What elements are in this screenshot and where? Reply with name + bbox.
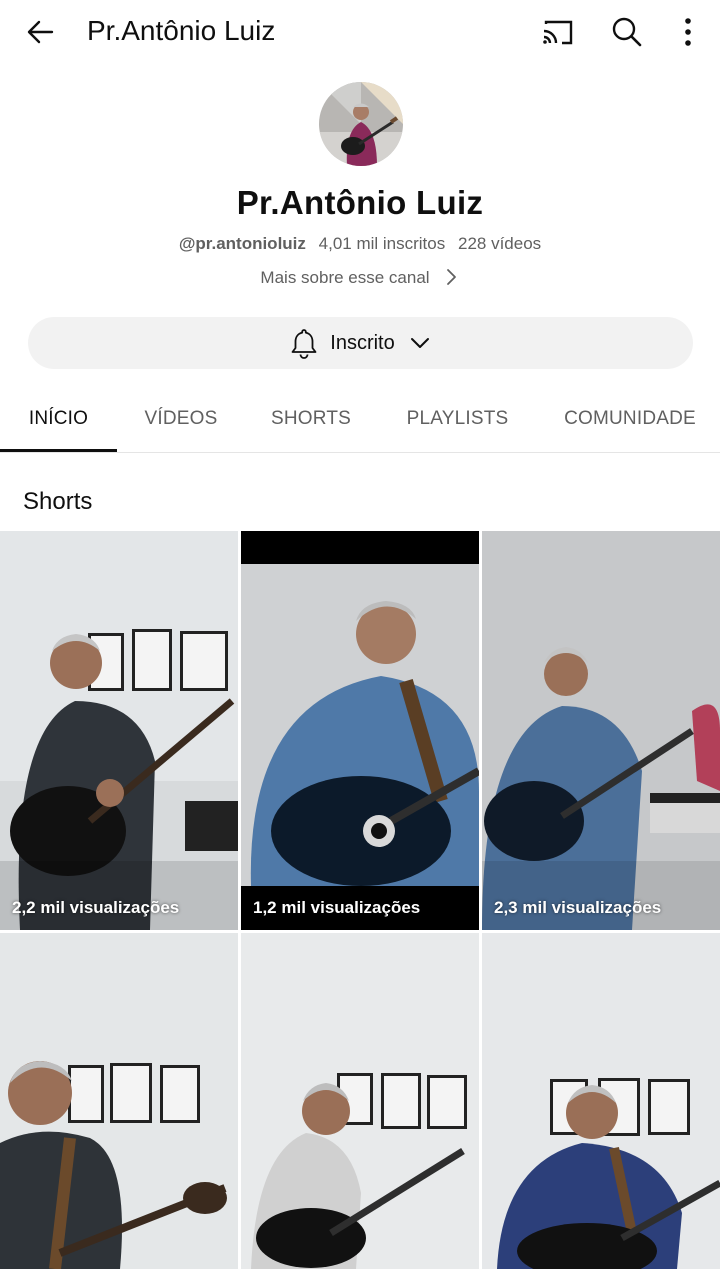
tab-inicio[interactable]: INÍCIO xyxy=(0,392,117,452)
short-thumbnail-image xyxy=(241,933,479,1269)
about-channel-label: Mais sobre esse canal xyxy=(260,268,430,287)
short-thumbnail-image xyxy=(0,933,238,1269)
short-thumbnail-image xyxy=(482,531,720,930)
channel-name: Pr.Antônio Luiz xyxy=(236,184,484,221)
view-count: 2,3 mil visualizações xyxy=(494,898,662,917)
tab-shorts[interactable]: SHORTS xyxy=(258,392,364,452)
tab-playlists[interactable]: PLAYLISTS xyxy=(392,392,523,452)
short-thumbnail[interactable] xyxy=(0,933,238,1269)
page-title: Pr.Antônio Luiz xyxy=(87,15,276,46)
short-thumbnail[interactable] xyxy=(241,933,479,1269)
short-thumbnail-image xyxy=(482,933,720,1269)
shorts-section-title: Shorts xyxy=(23,488,93,515)
app-bar: Pr.Antônio Luiz xyxy=(0,0,720,64)
subscribed-label: Inscrito xyxy=(330,331,395,354)
bell-icon xyxy=(291,329,317,359)
short-thumbnail[interactable] xyxy=(482,933,720,1269)
more-vert-icon[interactable] xyxy=(668,12,708,52)
chevron-down-icon xyxy=(410,338,429,348)
cast-icon[interactable] xyxy=(538,12,578,52)
short-thumbnail[interactable]: 2,3 mil visualizações xyxy=(482,531,720,930)
subscribed-button[interactable]: Inscrito xyxy=(28,317,693,369)
about-channel-link[interactable]: Mais sobre esse canal xyxy=(0,268,720,288)
view-count: 1,2 mil visualizações xyxy=(253,898,421,917)
video-count: 228 vídeos xyxy=(457,234,542,253)
subscriber-count: 4,01 mil inscritos xyxy=(318,234,446,253)
tab-comunidade[interactable]: COMUNIDADE xyxy=(552,392,708,452)
view-count: 2,2 mil visualizações xyxy=(12,898,180,917)
channel-handle: @pr.antonioluiz xyxy=(178,234,306,253)
chevron-right-icon xyxy=(446,269,456,285)
short-thumbnail-image xyxy=(241,531,479,930)
tab-videos[interactable]: VÍDEOS xyxy=(128,392,234,452)
channel-meta: @pr.antonioluiz 4,01 mil inscritos 228 v… xyxy=(0,234,720,254)
shorts-grid: 2,2 mil visualizações 1,2 mil visualizaç… xyxy=(0,531,720,1269)
active-tab-indicator xyxy=(0,449,117,452)
channel-avatar[interactable] xyxy=(319,82,403,166)
channel-tabs: INÍCIO VÍDEOS SHORTS PLAYLISTS COMUNIDAD… xyxy=(0,392,720,453)
back-arrow-icon[interactable] xyxy=(20,12,60,52)
search-icon[interactable] xyxy=(607,12,647,52)
short-thumbnail[interactable]: 2,2 mil visualizações xyxy=(0,531,238,930)
short-thumbnail[interactable]: 1,2 mil visualizações xyxy=(241,531,479,930)
short-thumbnail-image xyxy=(0,531,238,930)
